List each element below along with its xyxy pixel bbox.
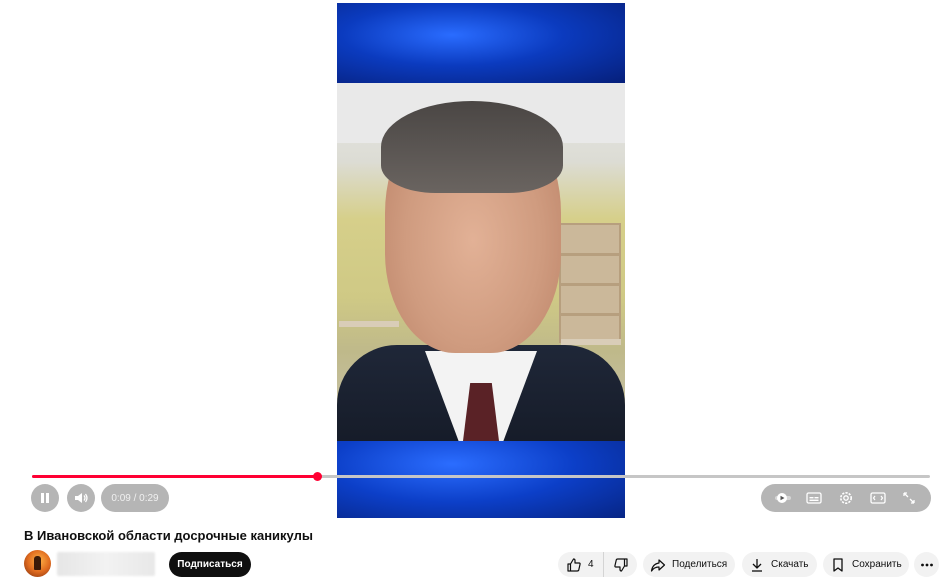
settings-gear-icon[interactable] — [836, 488, 856, 508]
video-blue-band-top — [337, 3, 625, 83]
subtitles-icon[interactable] — [804, 488, 824, 508]
progress-played — [32, 475, 317, 478]
scene-desk — [339, 321, 399, 327]
video-title: В Ивановской области досрочные каникулы — [24, 528, 313, 543]
more-horizontal-icon — [920, 558, 934, 572]
video-scene — [337, 83, 625, 441]
share-button[interactable]: Поделиться — [643, 552, 735, 577]
video-blue-band-bottom — [337, 441, 625, 518]
pause-icon — [35, 488, 55, 508]
save-label: Сохранить — [852, 559, 902, 570]
like-dislike-group: 4 — [558, 552, 637, 577]
download-icon — [749, 557, 765, 573]
channel-avatar[interactable] — [24, 550, 51, 577]
autoplay-icon[interactable] — [773, 488, 793, 508]
dislike-button[interactable] — [604, 552, 637, 577]
thumbs-up-icon — [566, 557, 582, 573]
share-arrow-icon — [650, 557, 666, 573]
speaker-hair — [381, 101, 563, 193]
share-label: Поделиться — [672, 559, 728, 570]
right-controls — [761, 484, 931, 512]
scene-shelf — [559, 223, 621, 343]
scene-desk — [561, 339, 621, 345]
subscribe-button[interactable]: Подписаться — [169, 552, 251, 577]
progress-bar[interactable] — [32, 472, 930, 481]
video-player[interactable]: 0:09 / 0:29 — [0, 0, 945, 518]
progress-scrubber[interactable] — [312, 472, 322, 481]
theater-mode-icon[interactable] — [868, 488, 888, 508]
like-count: 4 — [588, 559, 594, 570]
fullscreen-icon[interactable] — [899, 488, 919, 508]
volume-icon — [71, 488, 91, 508]
like-button[interactable]: 4 — [558, 552, 604, 577]
more-actions-button[interactable] — [914, 552, 939, 577]
time-display: 0:09 / 0:29 — [101, 484, 169, 512]
download-button[interactable]: Скачать — [742, 552, 817, 577]
download-label: Скачать — [771, 559, 809, 570]
thumbs-down-icon — [613, 557, 629, 573]
channel-name-redacted[interactable] — [57, 552, 155, 576]
pause-button[interactable] — [31, 484, 59, 512]
video-frame[interactable] — [337, 3, 625, 518]
save-button[interactable]: Сохранить — [823, 552, 909, 577]
watch-page: 0:09 / 0:29 В Ивановской области досрочн… — [0, 0, 945, 582]
avatar-figure — [34, 556, 41, 570]
bookmark-icon — [830, 557, 846, 573]
volume-button[interactable] — [67, 484, 95, 512]
